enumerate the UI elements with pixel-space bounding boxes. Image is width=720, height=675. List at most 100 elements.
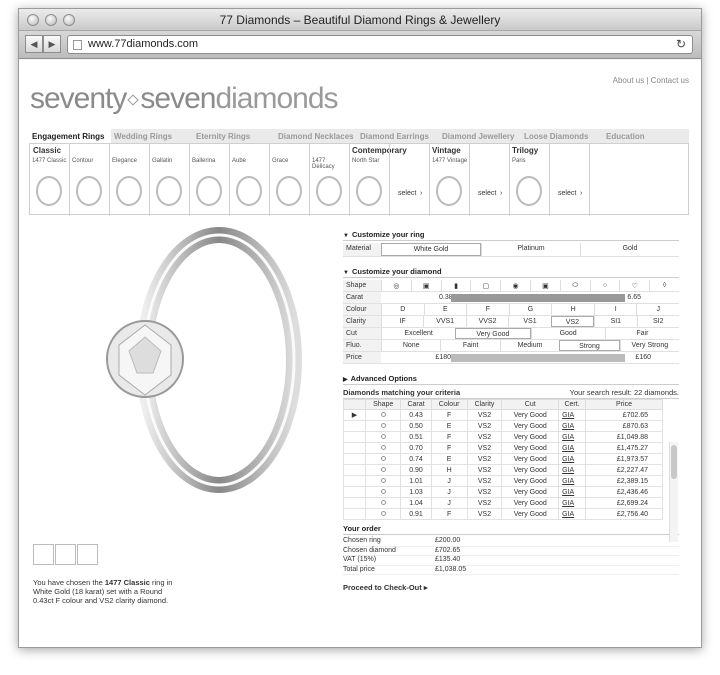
reload-icon[interactable]: ↻ (676, 36, 686, 53)
nav-loose-diamonds[interactable]: Loose Diamonds (521, 129, 603, 143)
site-logo[interactable]: seventy sevendiamonds (30, 82, 339, 116)
cert-link[interactable]: GIA (558, 486, 587, 498)
thumbnail-diamond[interactable] (55, 544, 76, 565)
ring-option[interactable]: 1477 Delicacy (310, 144, 350, 216)
nav-eternity-rings[interactable]: Eternity Rings (193, 129, 275, 143)
cut-option[interactable]: Excellent (381, 328, 455, 339)
cert-link[interactable]: GIA (558, 508, 587, 520)
cut-option[interactable]: Fair (604, 328, 679, 339)
thumbnail-side[interactable] (77, 544, 98, 565)
clarity-option[interactable]: VS2 (550, 316, 595, 327)
thumbnail-front[interactable] (33, 544, 54, 565)
table-row[interactable]: 0.51 F VS2 Very Good GIA £1,049.88 (343, 431, 663, 443)
ring-option[interactable]: Ballerina (190, 144, 230, 216)
select-vintage-button[interactable]: select › (470, 144, 510, 216)
nav-education[interactable]: Education (603, 129, 685, 143)
ring-option[interactable]: North Star (350, 144, 390, 216)
advanced-options-toggle[interactable]: ▶ Advanced Options (343, 374, 679, 385)
table-row[interactable]: 0.91 F VS2 Very Good GIA £2,756.40 (343, 508, 663, 520)
nav-wedding-rings[interactable]: Wedding Rings (111, 129, 193, 143)
ring-option[interactable]: Paris (510, 144, 550, 216)
radiant-shape-icon[interactable]: ○ (589, 280, 620, 291)
ring-option[interactable]: Gallatin (150, 144, 190, 216)
cert-link[interactable]: GIA (558, 431, 587, 443)
asscher-shape-icon[interactable]: ▣ (529, 280, 560, 291)
price-slider[interactable]: £180 £160 (381, 352, 679, 363)
ring-option[interactable]: Grace (270, 144, 310, 216)
round-shape-icon[interactable]: ◎ (381, 280, 411, 291)
cut-option[interactable]: Good (530, 328, 605, 339)
fluo-option[interactable]: Very Strong (619, 340, 679, 351)
cert-link[interactable]: GIA (558, 442, 587, 454)
fluo-option[interactable]: Medium (499, 340, 559, 351)
clarity-option[interactable]: IF (381, 316, 423, 327)
carat-slider-track[interactable] (451, 294, 625, 302)
fluo-option[interactable]: None (381, 340, 440, 351)
about-link[interactable]: About us (613, 76, 645, 85)
column-header[interactable]: Cut (501, 399, 560, 410)
column-header[interactable]: Carat (400, 399, 432, 410)
clarity-option[interactable]: VVS2 (465, 316, 508, 327)
cert-link[interactable]: GIA (558, 464, 587, 476)
table-row[interactable]: 1.01 J VS2 Very Good GIA £2,389.15 (343, 475, 663, 487)
table-row[interactable]: 0.50 E VS2 Very Good GIA £870.63 (343, 420, 663, 432)
contact-link[interactable]: Contact us (651, 76, 689, 85)
select-contemporary-button[interactable]: select › (390, 144, 430, 216)
back-button[interactable]: ◀ (25, 35, 43, 53)
oval-shape-icon[interactable]: ⬭ (559, 280, 590, 291)
column-header[interactable]: Shape (364, 399, 402, 410)
colour-option[interactable]: I (593, 304, 637, 315)
scrollbar-thumb[interactable] (671, 445, 677, 479)
marquise-shape-icon[interactable]: ◊ (649, 280, 679, 291)
forward-button[interactable]: ▶ (43, 35, 61, 53)
cert-link[interactable]: GIA (558, 420, 587, 432)
column-header[interactable]: Clarity (466, 399, 503, 410)
cut-option[interactable]: Very Good (455, 328, 531, 339)
cert-link[interactable]: GIA (558, 475, 587, 487)
cushion-shape-icon[interactable]: ▢ (470, 280, 500, 291)
table-row[interactable]: 0.74 E VS2 Very Good GIA £1,973.57 (343, 453, 663, 465)
nav-diamond-necklaces[interactable]: Diamond Necklaces (275, 129, 357, 143)
colour-option[interactable]: E (423, 304, 467, 315)
ring-option[interactable]: 1477 Classic (30, 144, 70, 216)
heart-shape-icon[interactable]: ♡ (619, 280, 649, 291)
material-option[interactable]: Gold (580, 243, 679, 256)
table-row[interactable]: ▶ 0.43 F VS2 Very Good GIA £702.65 (343, 409, 663, 421)
price-slider-track[interactable] (451, 354, 625, 362)
table-scrollbar[interactable] (669, 442, 678, 542)
princess-shape-icon[interactable]: ▣ (410, 280, 441, 291)
clarity-option[interactable]: SI1 (594, 316, 636, 327)
column-header[interactable]: Cert. (558, 399, 587, 410)
table-row[interactable]: 0.70 F VS2 Very Good GIA £1,475.27 (343, 442, 663, 454)
clarity-option[interactable]: VS1 (508, 316, 550, 327)
nav-engagement-rings[interactable]: Engagement Rings (29, 129, 111, 143)
nav-diamond-jewellery[interactable]: Diamond Jewellery (439, 129, 521, 143)
material-option[interactable]: Platinum (481, 243, 580, 256)
colour-option[interactable]: J (636, 304, 679, 315)
ring-option[interactable]: 1477 Vintage (430, 144, 470, 216)
fluo-option[interactable]: Faint (440, 340, 499, 351)
pear-shape-icon[interactable]: ◉ (500, 280, 530, 291)
table-row[interactable]: 0.90 H VS2 Very Good GIA £2,227.47 (343, 464, 663, 476)
ring-option[interactable]: Contour (70, 144, 110, 216)
material-option[interactable]: White Gold (381, 243, 481, 256)
cert-link[interactable]: GIA (558, 453, 587, 465)
fluo-option[interactable]: Strong (559, 340, 620, 351)
select-trilogy-button[interactable]: select › (550, 144, 590, 216)
colour-option[interactable]: H (551, 304, 594, 315)
address-bar[interactable]: www.77diamonds.com ↻ (67, 35, 693, 54)
column-header[interactable]: Colour (430, 399, 468, 410)
customize-ring-header[interactable]: ▼ Customize your ring (343, 230, 679, 241)
table-row[interactable]: 1.04 J VS2 Very Good GIA £2,699.24 (343, 497, 663, 509)
cert-link[interactable]: GIA (558, 409, 587, 421)
clarity-option[interactable]: SI2 (636, 316, 679, 327)
cert-link[interactable]: GIA (558, 497, 587, 509)
colour-option[interactable]: G (508, 304, 552, 315)
colour-option[interactable]: D (381, 304, 424, 315)
colour-option[interactable]: F (466, 304, 509, 315)
nav-diamond-earrings[interactable]: Diamond Earrings (357, 129, 439, 143)
customize-diamond-header[interactable]: ▼ Customize your diamond (343, 267, 679, 278)
carat-slider[interactable]: 0.38 6.65 (381, 292, 679, 303)
ring-option[interactable]: Aube (230, 144, 270, 216)
table-row[interactable]: 1.03 J VS2 Very Good GIA £2,436.46 (343, 486, 663, 498)
